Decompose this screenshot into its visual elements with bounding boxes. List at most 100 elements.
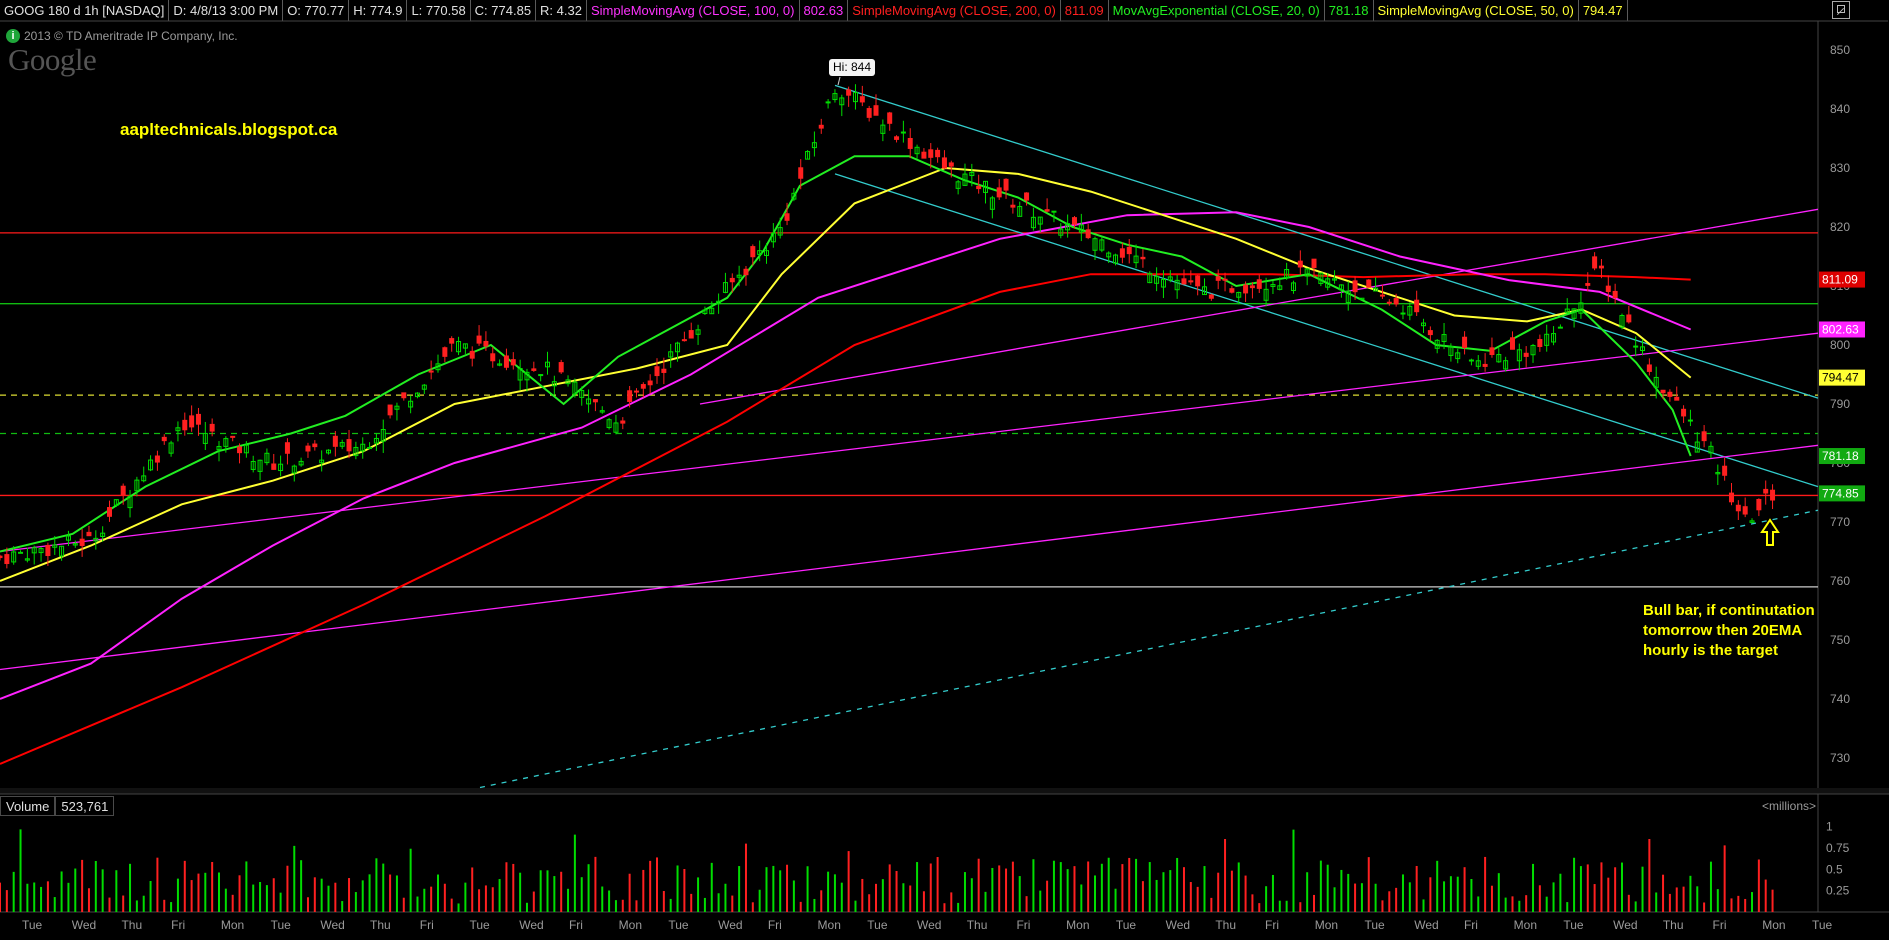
time-tick-label: Wed — [718, 918, 742, 932]
time-tick-label: Fri — [1016, 918, 1030, 932]
candle-body — [284, 442, 290, 454]
time-tick-label: Tue — [470, 918, 491, 932]
time-tick-label: Fri — [171, 918, 185, 932]
trendline-magenta-lower — [0, 444, 1819, 671]
candle-body — [367, 447, 373, 450]
time-tick-label: Thu — [967, 918, 988, 932]
time-tick-label: Fri — [1464, 918, 1478, 932]
candle-body — [271, 463, 277, 470]
candle-body — [1537, 339, 1543, 348]
candle-body — [1626, 314, 1632, 323]
trendline-magenta-upper — [0, 332, 1819, 553]
price-tick-label: 760 — [1830, 574, 1850, 588]
candle-body — [483, 340, 489, 347]
candle-body — [120, 485, 126, 496]
volume-value: 523,761 — [55, 796, 115, 816]
chart-window: { "header": { "symbol": "GOOG 180 d 1h [… — [0, 0, 1889, 940]
candle-body — [332, 435, 338, 447]
candle-body — [661, 368, 667, 373]
candle-body — [442, 347, 448, 357]
candle-body — [469, 350, 475, 359]
candle-body — [859, 96, 865, 103]
candle-body — [907, 137, 913, 149]
candle-body — [230, 435, 236, 438]
candle-body — [305, 445, 311, 452]
candle-body — [209, 423, 215, 432]
candle-body — [1208, 294, 1214, 299]
candle-body — [1222, 278, 1228, 281]
time-tick-label: Thu — [1663, 918, 1684, 932]
time-tick-label: Thu — [121, 918, 142, 932]
candle-body — [1489, 347, 1495, 356]
candle-body — [1188, 280, 1194, 283]
candle-body — [490, 353, 496, 362]
candle-body — [1229, 288, 1235, 293]
time-tick-label: Mon — [1514, 918, 1537, 932]
volume-tick-label: 0.5 — [1826, 862, 1843, 876]
candle-body — [237, 446, 243, 454]
candle-body — [1051, 210, 1057, 213]
candle-body — [1352, 280, 1358, 293]
candle-body — [1770, 489, 1776, 501]
candle-body — [1119, 248, 1125, 258]
time-tick-label: Mon — [1315, 918, 1338, 932]
candle-body — [750, 246, 756, 258]
candle-body — [1126, 246, 1132, 255]
time-tick-label: Tue — [1365, 918, 1386, 932]
time-tick-label: Mon — [818, 918, 841, 932]
price-label-text: 802.63 — [1822, 322, 1859, 336]
price-label-text: 781.18 — [1822, 449, 1859, 463]
candle-body — [1400, 312, 1406, 315]
candle-body — [1181, 278, 1187, 285]
candle-body — [894, 136, 900, 140]
high-marker-label: Hi: 844 — [829, 59, 876, 76]
candle-body — [921, 151, 927, 159]
volume-panel-header: Volume 523,761 — [0, 796, 115, 816]
candle-body — [161, 436, 167, 442]
candle-body — [654, 366, 660, 377]
price-chart[interactable]: 8508408308208108007907807707607507407308… — [0, 0, 1889, 940]
candle-body — [1311, 258, 1317, 269]
time-tick-label: Tue — [22, 918, 43, 932]
candle-body — [1071, 217, 1077, 225]
candle-body — [784, 213, 790, 221]
candle-body — [627, 390, 633, 402]
candle-body — [1523, 352, 1529, 357]
candle-body — [1215, 276, 1221, 281]
candle-body — [312, 443, 318, 448]
candle-body — [1605, 285, 1611, 292]
candle-body — [873, 105, 879, 116]
candle-body — [1646, 364, 1652, 372]
candle-body — [4, 554, 10, 565]
candle-body — [1297, 260, 1303, 268]
volume-label[interactable]: Volume — [0, 796, 56, 816]
candle-body — [825, 101, 831, 104]
time-tick-label: Mon — [1066, 918, 1089, 932]
time-tick-label: Mon — [221, 918, 244, 932]
candle-body — [1728, 492, 1734, 503]
candle-body — [1386, 301, 1392, 304]
candle-body — [620, 420, 626, 424]
candle-body — [818, 124, 824, 129]
candle-body — [1687, 419, 1693, 422]
time-tick-label: Tue — [1812, 918, 1833, 932]
candle-body — [1003, 178, 1009, 191]
candle-body — [1462, 336, 1468, 349]
trendline-magenta-top — [699, 208, 1819, 405]
candle-body — [401, 392, 407, 399]
time-tick-label: Mon — [619, 918, 642, 932]
price-tick-label: 740 — [1830, 692, 1850, 706]
time-tick-label: Thu — [1215, 918, 1236, 932]
sma100-line — [0, 211, 1692, 700]
candle-body — [688, 330, 694, 339]
candle-body — [346, 439, 352, 452]
candle-body — [866, 108, 872, 118]
candle-body — [1468, 359, 1474, 362]
candle-body — [79, 538, 85, 546]
candle-body — [428, 370, 434, 373]
price-tick-label: 830 — [1830, 161, 1850, 175]
price-tick-label: 790 — [1830, 397, 1850, 411]
price-label-text: 811.09 — [1822, 273, 1858, 287]
price-label-text: 794.47 — [1822, 371, 1859, 385]
price-tick-label: 770 — [1830, 515, 1850, 529]
